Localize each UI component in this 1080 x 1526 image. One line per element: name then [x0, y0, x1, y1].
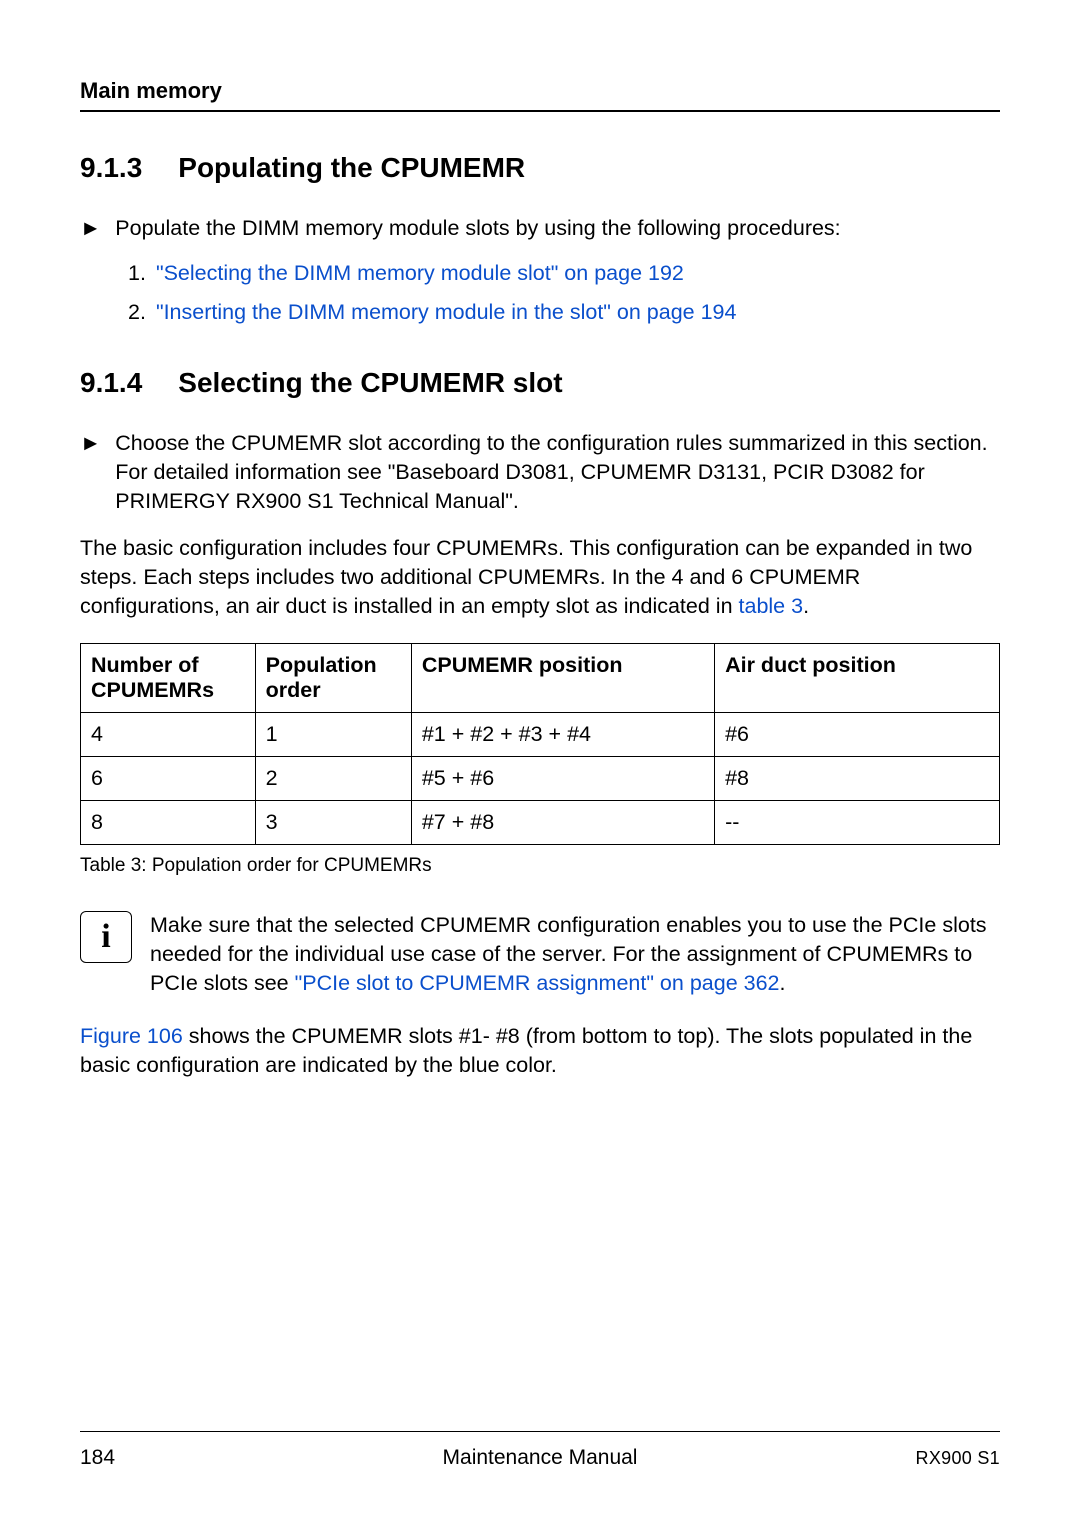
cell-positions: #5 + #6 [411, 757, 714, 801]
cell-num: 8 [81, 801, 256, 845]
page-header-title: Main memory [80, 78, 1000, 112]
table-row: 6 2 #5 + #6 #8 [81, 757, 1000, 801]
footer-model: RX900 S1 [916, 1448, 1000, 1469]
info-icon: i [80, 911, 132, 963]
section-heading-913: 9.1.3 Populating the CPUMEMR [80, 152, 1000, 184]
link-dimm-insert[interactable]: "Inserting the DIMM memory module in the… [156, 300, 737, 325]
paragraph-basic-config: The basic configuration includes four CP… [80, 534, 1000, 621]
table-row: 8 3 #7 + #8 -- [81, 801, 1000, 845]
cell-positions: #7 + #8 [411, 801, 714, 845]
section-heading-914: 9.1.4 Selecting the CPUMEMR slot [80, 367, 1000, 399]
th-number: Number of CPUMEMRs [81, 644, 256, 713]
triangle-icon: ► [80, 429, 101, 516]
para-text: . [803, 594, 809, 618]
link-dimm-select[interactable]: "Selecting the DIMM memory module slot" … [156, 261, 684, 286]
cell-order: 1 [255, 713, 411, 757]
para-text: shows the CPUMEMR slots #1- #8 (from bot… [80, 1024, 972, 1077]
section-number: 9.1.4 [80, 367, 142, 399]
cell-airduct: #6 [715, 713, 1000, 757]
link-table3[interactable]: table 3 [739, 594, 804, 618]
th-population: Population order [255, 644, 411, 713]
table-cpumemr-population: Number of CPUMEMRs Population order CPUM… [80, 643, 1000, 845]
link-figure-106[interactable]: Figure 106 [80, 1024, 183, 1048]
cell-airduct: #8 [715, 757, 1000, 801]
cell-order: 2 [255, 757, 411, 801]
ol-number: 1. [128, 261, 146, 286]
cell-positions: #1 + #2 + #3 + #4 [411, 713, 714, 757]
section-number: 9.1.3 [80, 152, 142, 184]
table-caption: Table 3: Population order for CPUMEMRs [80, 855, 1000, 877]
th-airduct: Air duct position [715, 644, 1000, 713]
table-row: 4 1 #1 + #2 + #3 + #4 #6 [81, 713, 1000, 757]
ordered-list-item: 2. "Inserting the DIMM memory module in … [128, 300, 1000, 325]
info-text-container: Make sure that the selected CPUMEMR conf… [150, 911, 1000, 998]
cell-airduct: -- [715, 801, 1000, 845]
paragraph-figure-ref: Figure 106 shows the CPUMEMR slots #1- #… [80, 1022, 1000, 1080]
cell-num: 4 [81, 713, 256, 757]
footer-doc-title: Maintenance Manual [80, 1446, 1000, 1470]
triangle-icon: ► [80, 214, 101, 243]
footer-page-number: 184 [80, 1446, 115, 1470]
info-text: . [780, 971, 786, 995]
cell-order: 3 [255, 801, 411, 845]
bullet-text: Populate the DIMM memory module slots by… [115, 214, 840, 243]
para-text: The basic configuration includes four CP… [80, 536, 972, 618]
ol-number: 2. [128, 300, 146, 325]
section-title: Populating the CPUMEMR [178, 152, 525, 184]
th-position: CPUMEMR position [411, 644, 714, 713]
bullet-item: ► Choose the CPUMEMR slot according to t… [80, 429, 1000, 516]
section-title: Selecting the CPUMEMR slot [178, 367, 562, 399]
link-pcie-assignment[interactable]: "PCIe slot to CPUMEMR assignment" on pag… [295, 971, 780, 995]
table-header-row: Number of CPUMEMRs Population order CPUM… [81, 644, 1000, 713]
ordered-list-item: 1. "Selecting the DIMM memory module slo… [128, 261, 1000, 286]
bullet-text: Choose the CPUMEMR slot according to the… [115, 429, 1000, 516]
bullet-item: ► Populate the DIMM memory module slots … [80, 214, 1000, 243]
page-footer: 184 Maintenance Manual RX900 S1 [80, 1431, 1000, 1470]
cell-num: 6 [81, 757, 256, 801]
info-note: i Make sure that the selected CPUMEMR co… [80, 911, 1000, 998]
